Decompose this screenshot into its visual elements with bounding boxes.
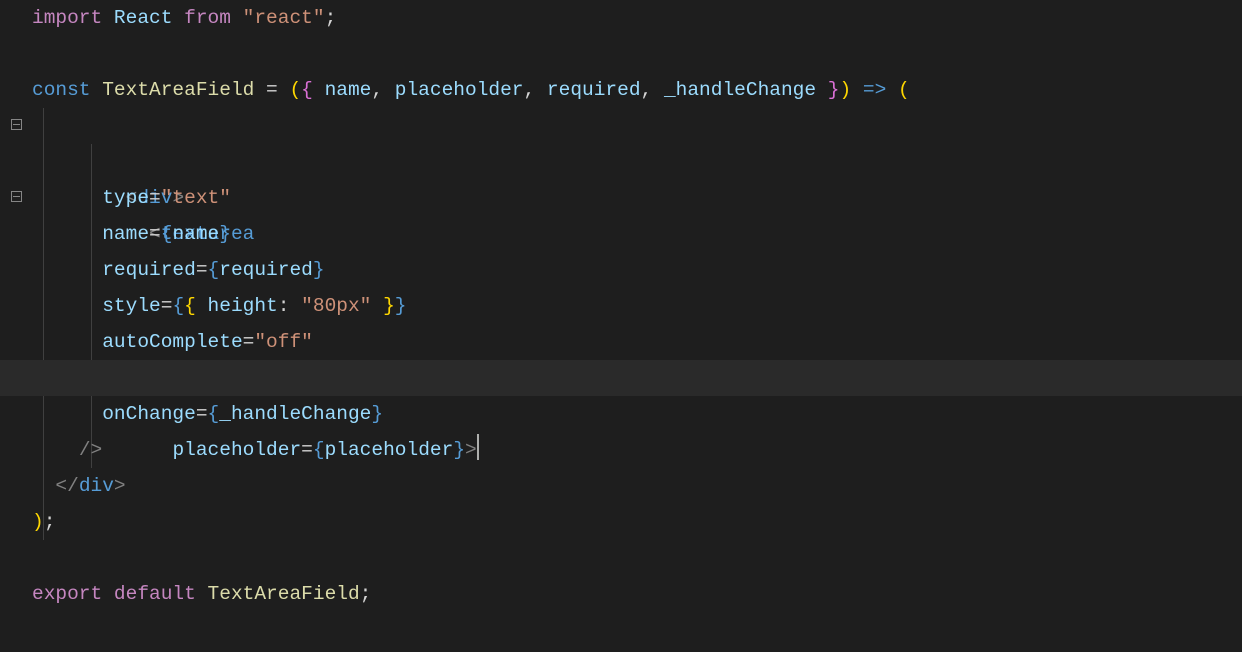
fold-gutter [0, 0, 32, 652]
code-line[interactable]: ); [32, 504, 1242, 540]
code-line[interactable]: </div> [32, 468, 1242, 504]
code-line[interactable]: <textarea [32, 144, 1242, 180]
code-line[interactable]: onChange={_handleChange} [32, 396, 1242, 432]
code-line[interactable]: <div> [32, 108, 1242, 144]
fold-toggle[interactable] [0, 180, 32, 216]
text-cursor [477, 434, 479, 460]
code-line[interactable]: type="text" [32, 180, 1242, 216]
code-line[interactable]: name={name} [32, 216, 1242, 252]
code-editor[interactable]: import React from "react"; const TextAre… [0, 0, 1242, 652]
code-line[interactable]: import React from "react"; [32, 0, 1242, 36]
fold-toggle[interactable] [0, 108, 32, 144]
code-line[interactable]: required={required} [32, 252, 1242, 288]
code-line[interactable]: const TextAreaField = ({ name, placehold… [32, 72, 1242, 108]
code-line[interactable] [32, 36, 1242, 72]
code-line-current[interactable]: placeholder={placeholder}> [32, 360, 1242, 396]
code-line[interactable]: autoComplete="off" [32, 324, 1242, 360]
code-line[interactable]: style={{ height: "80px" }} [32, 288, 1242, 324]
code-line[interactable] [32, 540, 1242, 576]
code-area[interactable]: import React from "react"; const TextAre… [32, 0, 1242, 652]
code-line[interactable]: export default TextAreaField; [32, 576, 1242, 612]
